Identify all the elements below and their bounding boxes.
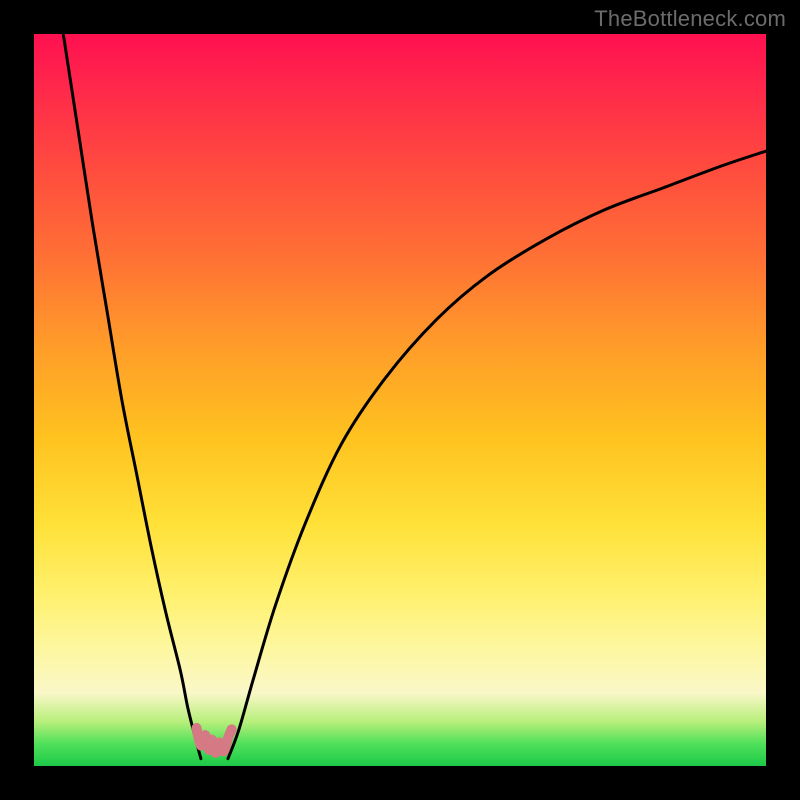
watermark-text: TheBottleneck.com <box>594 6 786 32</box>
left-branch-curve <box>63 34 201 759</box>
valley-squiggle <box>197 728 232 753</box>
right-branch-curve <box>228 151 766 759</box>
plot-area <box>34 34 766 766</box>
curve-layer <box>34 34 766 766</box>
chart-frame: TheBottleneck.com <box>0 0 800 800</box>
